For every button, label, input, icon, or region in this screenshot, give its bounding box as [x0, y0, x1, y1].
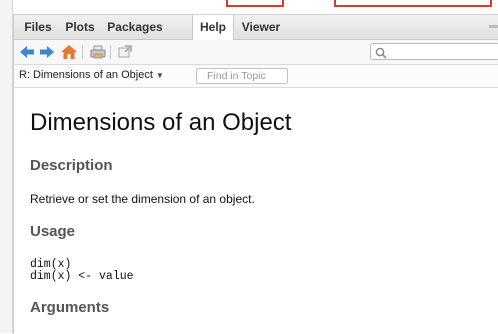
page-title: Dimensions of an Object [30, 109, 292, 136]
forward-arrow-icon[interactable] [38, 43, 56, 61]
usage-code-line: dim(x) <- value [30, 270, 134, 283]
print-icon[interactable] [89, 43, 107, 61]
tab-bar: Files Plots Packages Help Viewer [14, 15, 498, 40]
tab-help[interactable]: Help [192, 15, 234, 40]
tab-plots[interactable]: Plots [60, 15, 100, 39]
section-heading-usage: Usage [30, 223, 76, 240]
find-in-topic-input[interactable]: Find in Topic [196, 68, 288, 84]
highlight-box-right [334, 0, 492, 7]
chevron-down-icon: ▼ [155, 71, 164, 80]
tab-files[interactable]: Files [18, 15, 58, 39]
minimize-pane-button[interactable] [489, 25, 498, 28]
description-text: Retrieve or set the dimension of an obje… [30, 192, 255, 206]
left-gutter [0, 0, 13, 333]
help-pane: Files Plots Packages Help Viewer R: Dime… [13, 14, 498, 334]
tab-viewer[interactable]: Viewer [236, 15, 286, 39]
section-heading-description: Description [30, 157, 113, 174]
toolbar-separator [82, 45, 83, 59]
search-icon [375, 46, 387, 64]
search-input[interactable] [389, 44, 494, 59]
highlight-box-left [226, 0, 284, 7]
topic-bar: R: Dimensions of an Object ▼ Find in Topi… [14, 65, 498, 88]
help-search-box[interactable] [370, 43, 498, 60]
tab-packages[interactable]: Packages [102, 15, 168, 39]
help-toolbar [14, 40, 498, 65]
topic-dropdown[interactable]: R: Dimensions of an Object ▼ [19, 69, 164, 81]
topic-label: R: Dimensions of an Object [19, 69, 153, 81]
section-heading-arguments: Arguments [30, 299, 110, 316]
new-window-icon[interactable] [116, 43, 134, 61]
home-icon[interactable] [60, 43, 78, 61]
back-arrow-icon[interactable] [18, 43, 36, 61]
toolbar-separator [110, 45, 111, 59]
